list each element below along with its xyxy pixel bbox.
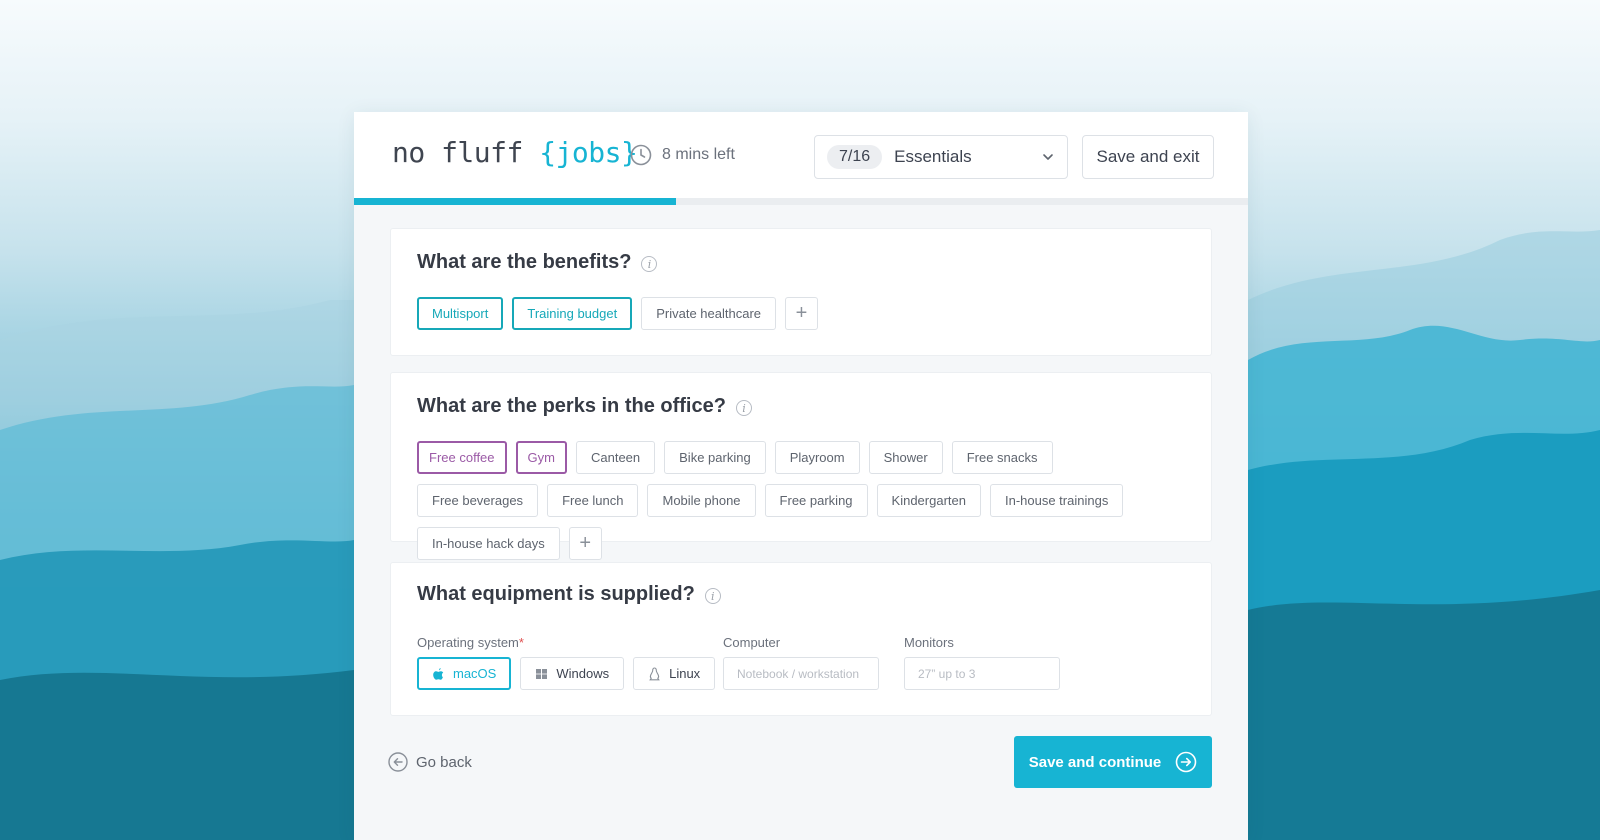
equipment-section: What equipment is supplied? i Operating … [390,562,1212,716]
perk-chip-gym[interactable]: Gym [515,441,567,474]
timer: 8 mins left [630,142,735,168]
apple-icon [433,667,444,680]
timer-text: 8 mins left [662,146,735,163]
perk-chip-in-house-trainings[interactable]: In-house trainings [989,484,1124,517]
perks-chips: Free coffee Gym Canteen Bike parking Pla… [417,441,1177,560]
perk-chip-free-snacks[interactable]: Free snacks [951,441,1053,474]
progress-bar [354,198,1248,205]
required-mark: * [518,635,524,650]
perk-chip-canteen[interactable]: Canteen [575,441,656,474]
windows-icon [536,668,548,679]
info-icon[interactable]: i [704,588,721,604]
perk-chip-free-beverages[interactable]: Free beverages [417,484,539,517]
chevron-down-icon [1043,154,1053,160]
benefits-question: What are the benefits? i [417,251,658,274]
monitors-label: Monitors [904,635,954,650]
header: no fluff {jobs} 8 mins left 7/16 Essenti… [354,112,1248,198]
os-option-label: macOS [453,666,497,681]
benefit-chip-multisport[interactable]: Multisport [417,297,504,330]
equipment-question-text: What equipment is supplied? [417,583,695,605]
clock-icon [630,144,652,166]
benefits-chips: Multisport Training budget Private healt… [417,297,1197,330]
perk-chip-free-parking[interactable]: Free parking [764,484,868,517]
linux-icon [649,666,660,680]
save-continue-button[interactable]: Save and continue [1014,736,1212,788]
perks-section: What are the perks in the office? i Free… [390,372,1212,560]
os-option-label: Windows [556,666,610,681]
go-back-link[interactable]: Go back [388,752,472,772]
go-back-label: Go back [416,753,472,771]
step-badge: 7/16 [827,145,883,169]
add-perk-button[interactable]: + [568,527,602,560]
benefit-chip-private-healthcare[interactable]: Private healthcare [641,297,776,330]
perks-question-text: What are the perks in the office? [417,395,726,417]
os-label: Operating system* [417,635,524,650]
progress-fill [354,198,676,205]
info-icon[interactable]: i [735,400,752,416]
os-label-text: Operating system [417,635,519,650]
perk-chip-shower[interactable]: Shower [868,441,943,474]
info-icon[interactable]: i [641,256,658,272]
logo-accent: {jobs} [539,136,638,169]
save-exit-button[interactable]: Save and exit [1082,135,1214,179]
logo-text: no fluff [392,136,540,169]
logo[interactable]: no fluff {jobs} [392,136,638,169]
perk-chip-free-coffee[interactable]: Free coffee [417,441,507,474]
computer-label: Computer [723,635,781,650]
benefits-section: What are the benefits? i Multisport Trai… [390,228,1212,356]
benefit-chip-training-budget[interactable]: Training budget [512,297,633,330]
perk-chip-mobile-phone[interactable]: Mobile phone [647,484,756,517]
os-option-linux[interactable]: Linux [633,657,716,690]
arrow-right-circle-icon [1175,751,1197,773]
add-benefit-button[interactable]: + [785,297,818,330]
save-continue-label: Save and continue [1028,753,1162,771]
perk-chip-kindergarten[interactable]: Kindergarten [876,484,981,517]
perk-chip-in-house-hack-days[interactable]: In-house hack days [417,527,560,560]
benefits-question-text: What are the benefits? [417,251,632,273]
os-option-windows[interactable]: Windows [520,657,625,690]
os-options: macOS Windows Linux [417,657,716,690]
arrow-left-circle-icon [388,752,408,772]
os-option-macos[interactable]: macOS [417,657,512,690]
computer-input[interactable] [723,657,879,690]
perk-chip-bike-parking[interactable]: Bike parking [664,441,766,474]
step-select[interactable]: 7/16 Essentials [814,135,1068,179]
step-label: Essentials [894,147,972,166]
perks-question: What are the perks in the office? i [417,395,752,418]
os-option-label: Linux [669,666,701,681]
perk-chip-playroom[interactable]: Playroom [774,441,860,474]
equipment-question: What equipment is supplied? i [417,583,721,606]
form-card: no fluff {jobs} 8 mins left 7/16 Essenti… [354,112,1248,840]
perk-chip-free-lunch[interactable]: Free lunch [547,484,639,517]
monitors-input[interactable] [904,657,1060,690]
